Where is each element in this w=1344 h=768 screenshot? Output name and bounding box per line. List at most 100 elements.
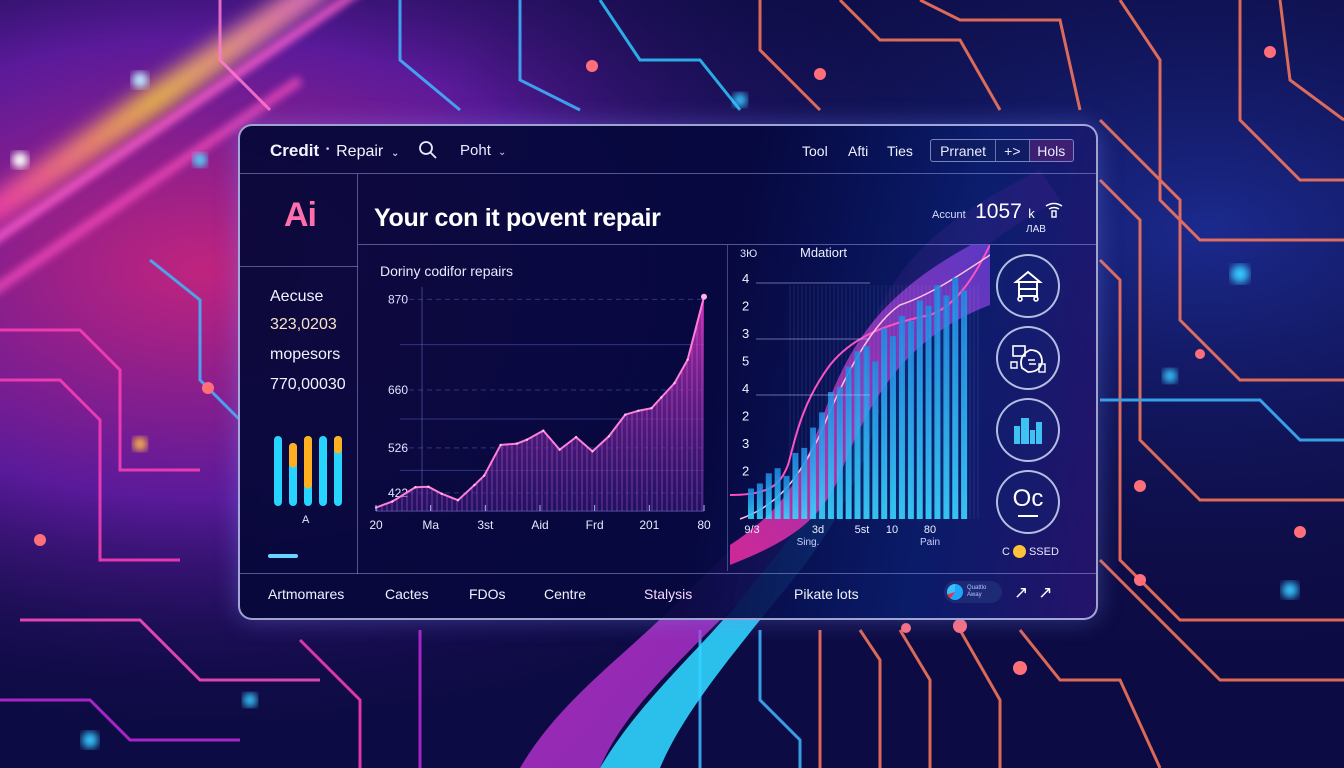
status-dot-icon	[1012, 545, 1026, 558]
footer-tab-centre[interactable]: Centre	[544, 586, 586, 602]
data-point	[650, 406, 653, 410]
status-right: SSED	[1028, 545, 1059, 558]
data-point	[686, 358, 689, 361]
oc-logo-icon: Oc	[1012, 485, 1044, 517]
oc-button[interactable]: Oc	[996, 470, 1060, 534]
nav-tool[interactable]: Tool	[802, 143, 828, 159]
x-tick-label: Ma	[422, 518, 439, 532]
pill-text-2: Away	[967, 592, 982, 598]
account-sub: ЛAB	[1026, 224, 1046, 235]
data-point	[558, 448, 561, 451]
page-title: Your con it povent repair	[374, 204, 661, 232]
footer-tab-stalysis[interactable]: Stalysis	[644, 586, 692, 602]
brand-separator: •	[325, 144, 330, 155]
x-tick-label: 20	[369, 518, 383, 532]
mini-bar-segment	[334, 436, 342, 454]
segmented-control: Prranet +> Hols	[930, 139, 1074, 162]
footer-tab-cactes[interactable]: Cactes	[385, 586, 429, 602]
stat-value-1: 323,0203	[270, 316, 337, 333]
chevron-down-icon: ⌄	[498, 147, 507, 158]
wifi-icon	[1045, 202, 1063, 218]
menu-point-dropdown[interactable]: Poht ⌄	[460, 142, 506, 159]
mini-bar-chart	[274, 436, 342, 506]
x-tick-label: 9/3	[744, 524, 759, 536]
metric-bar	[890, 336, 897, 519]
right-chart-title: Mdatiort	[800, 245, 847, 260]
metric-bar	[774, 468, 781, 519]
footer-actions: ↗ ↗	[1014, 583, 1053, 603]
nav-ties[interactable]: Ties	[887, 143, 913, 159]
segment-hols[interactable]: Hols	[1029, 140, 1073, 161]
footer-tab-fdos[interactable]: FDOs	[469, 586, 506, 602]
x-sub-label: Sing.	[797, 537, 820, 548]
metric-bar	[845, 366, 852, 519]
header-bar: Credit • Repair ⌄ Poht ⌄ Tool Afti Ties …	[240, 126, 1096, 174]
mini-bar-segment	[304, 436, 312, 489]
metric-bar	[952, 277, 959, 519]
account-value: 1057	[975, 200, 1022, 223]
house-button[interactable]	[996, 254, 1060, 318]
data-point	[591, 450, 594, 453]
data-point	[427, 485, 430, 489]
menu-point-label: Poht	[460, 142, 491, 159]
search-icon[interactable]	[418, 140, 438, 160]
user-pill[interactable]: Quattlo Away	[944, 581, 1002, 603]
sidebar-scroll-indicator[interactable]	[268, 554, 298, 558]
x-tick-label: Frd	[586, 518, 604, 532]
oc-text: Oc	[1012, 485, 1044, 512]
sidebar-divider	[240, 266, 358, 267]
mini-chart-label: A	[302, 514, 310, 526]
mini-bar-segment	[289, 443, 297, 468]
data-point	[574, 435, 578, 439]
data-point	[525, 438, 529, 441]
data-point	[483, 474, 486, 477]
x-sub-label: Pain	[920, 537, 940, 548]
metrics-bar-chart: 3Ю Mdatiort 4 2 3 5 4 2 3 2 9/3 3d 5st 10 80 Sing. Pain	[730, 245, 990, 565]
segment-arrow[interactable]: +>	[996, 140, 1030, 161]
brand-menu[interactable]: Credit • Repair ⌄	[270, 141, 399, 161]
metric-bar	[934, 285, 941, 519]
x-tick-label: Aid	[531, 518, 548, 532]
data-point	[456, 499, 460, 502]
data-point	[607, 435, 611, 438]
brand-main: Credit	[270, 141, 320, 160]
external-arrow-icon[interactable]: ↗	[1038, 583, 1052, 603]
bar-chart-icon	[1014, 418, 1042, 444]
metric-bar	[872, 361, 879, 519]
house-icon	[1013, 270, 1043, 302]
metric-bar	[765, 473, 772, 519]
data-point	[391, 500, 394, 503]
metric-bar	[783, 475, 790, 519]
corner-label: 3Ю	[740, 248, 757, 260]
y-tick-label: 2	[742, 299, 749, 314]
repairs-area-chart: 42252666087020 Ma 3st Aid Frd 201 80	[369, 287, 711, 532]
share-arrow-icon[interactable]: ↗	[1014, 583, 1028, 603]
metric-bar	[810, 427, 817, 519]
footer-divider	[240, 573, 1096, 574]
ai-logo: Ai	[284, 196, 317, 234]
y-tick-label: 2	[742, 409, 749, 424]
stat-label-2: mopesors	[270, 346, 341, 363]
segment-prranet[interactable]: Prranet	[931, 140, 997, 161]
x-tick-label: 80	[697, 518, 711, 532]
x-tick-label: 5st	[855, 524, 870, 536]
y-tick-label: 3	[742, 326, 749, 341]
footer-tab-pikate-lots[interactable]: Pikate lots	[794, 586, 859, 602]
oc-underline	[1017, 515, 1038, 517]
x-tick-label: 10	[886, 524, 898, 536]
footer-tab-artmomares[interactable]: Artmomares	[268, 586, 344, 602]
brand-sub: Repair	[336, 143, 384, 160]
analytics-button[interactable]	[996, 398, 1060, 462]
end-point	[701, 293, 707, 300]
credit-repair-window: Credit • Repair ⌄ Poht ⌄ Tool Afti Ties …	[238, 124, 1098, 620]
y-tick-label: 660	[388, 383, 408, 397]
data-point	[414, 486, 417, 489]
metric-bar	[907, 320, 914, 519]
x-tick-label: 201	[639, 518, 659, 532]
documents-button[interactable]	[996, 326, 1060, 390]
nav-afti[interactable]: Afti	[848, 143, 868, 159]
data-point	[440, 492, 443, 495]
repairs-chart-card: 422 526 660 870 20 Ma 3st Aid Frd 201 80 Doriny co…	[360, 245, 728, 571]
y-tick-label: 870	[388, 292, 408, 306]
chart-title: Doriny codifor repairs	[380, 263, 514, 279]
